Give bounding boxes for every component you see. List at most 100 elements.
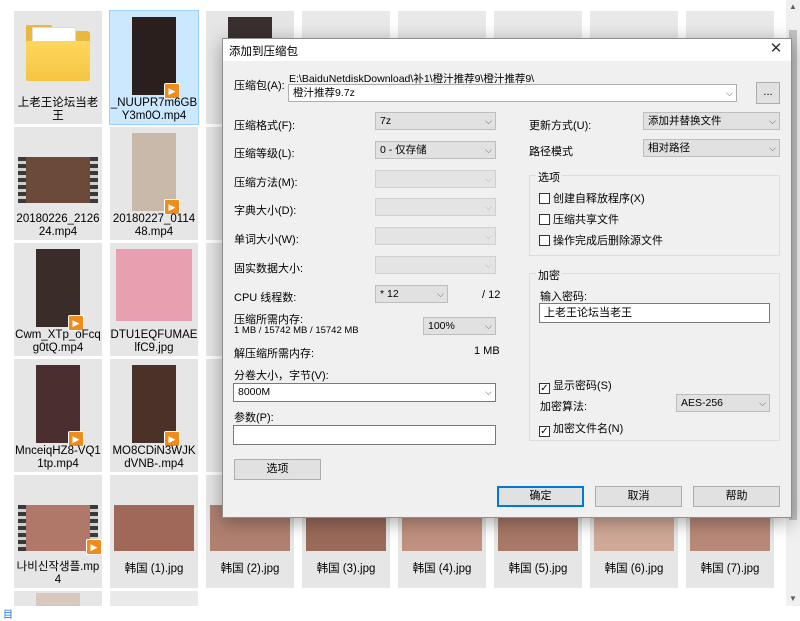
sfx-label: 创建自释放程序(X)	[553, 193, 645, 205]
chevron-down-icon: ⌵	[485, 260, 492, 270]
options-group-title: 选项	[536, 169, 562, 185]
image-thumbnail	[116, 249, 192, 321]
params-input[interactable]	[233, 425, 496, 445]
file-name: 上老王论坛当老王	[17, 97, 99, 122]
checkbox-icon[interactable]	[539, 214, 550, 225]
pathmode-label: 路径模式	[529, 146, 573, 158]
file-name: 韩国 (4).jpg	[412, 563, 472, 575]
file-item[interactable]	[398, 11, 486, 41]
enc-method-select[interactable]: AES-256 ⌵	[676, 394, 770, 412]
encryption-group: 加密 输入密码: 上老王论坛当老王 ✓ 显示密码(S) 加密算法: AES-256…	[529, 267, 780, 441]
file-item[interactable]	[110, 591, 198, 606]
mem-percent-value: 100%	[428, 320, 455, 332]
update-label: 更新方式(U):	[529, 120, 592, 132]
file-name: 韩国 (1).jpg	[124, 563, 184, 575]
file-item[interactable]: 韩国 (1).jpg	[110, 475, 198, 588]
file-name: MnceiqHZ8-VQ11tp.mp4	[15, 445, 101, 470]
file-item[interactable]	[14, 591, 102, 606]
volume-input[interactable]: 8000M ⌵	[233, 383, 496, 402]
volume-value: 8000M	[238, 386, 271, 398]
checkmark-icon[interactable]: ✓	[539, 426, 550, 437]
threads-max: / 12	[482, 289, 501, 301]
chevron-down-icon[interactable]: ⌵	[726, 85, 733, 101]
pathmode-value: 相对路径	[648, 142, 690, 154]
chevron-down-icon[interactable]: ⌵	[769, 140, 776, 156]
method-label: 压缩方法(M):	[234, 177, 298, 189]
shared-checkbox[interactable]: 压缩共享文件	[539, 211, 619, 227]
file-item[interactable]: ▶ MO8CDiN3WJKdVNB-.mp4	[110, 359, 198, 472]
mem-percent-select[interactable]: 100% ⌵	[423, 317, 496, 335]
chevron-down-icon[interactable]: ⌵	[485, 142, 492, 158]
solid-label: 固实数据大小:	[234, 263, 304, 275]
checkbox-icon[interactable]	[539, 193, 550, 204]
password-input[interactable]: 上老王论坛当老王	[539, 303, 770, 323]
file-item[interactable]: ▶ 나비신작생플.mp4	[14, 475, 102, 588]
update-select[interactable]: 添加并替换文件 ⌵	[643, 112, 780, 130]
chevron-down-icon[interactable]: ⌵	[769, 113, 776, 129]
password-label: 输入密码:	[540, 291, 588, 303]
threads-label: CPU 线程数:	[234, 292, 297, 304]
level-select[interactable]: 0 - 仅存储 ⌵	[375, 141, 496, 159]
file-item[interactable]: ▶ _NUUPR7m6GBY3m0O.mp4	[109, 10, 199, 125]
file-item[interactable]: ▶ MnceiqHZ8-VQ11tp.mp4	[14, 359, 102, 472]
video-thumbnail	[18, 157, 98, 203]
video-thumbnail: ▶	[132, 17, 180, 99]
level-label: 压缩等级(L):	[234, 148, 295, 160]
shared-label: 压缩共享文件	[553, 214, 619, 226]
file-item[interactable]	[686, 11, 774, 41]
ok-button[interactable]: 确定	[497, 486, 584, 507]
video-thumbnail: ▶	[18, 505, 102, 555]
help-button[interactable]: 帮助	[693, 486, 780, 507]
archive-name-value: 橙汁推荐9.7z	[293, 87, 355, 99]
scroll-down-icon[interactable]: ▼	[786, 592, 800, 606]
file-item[interactable]: ▶ Cwm_XTp_oFcqg0tQ.mp4	[14, 243, 102, 356]
chevron-down-icon: ⌵	[485, 202, 492, 212]
sfx-checkbox[interactable]: 创建自释放程序(X)	[539, 190, 645, 206]
show-password-label: 显示密码(S)	[553, 380, 612, 392]
params-label: 参数(P):	[234, 412, 274, 424]
chevron-down-icon[interactable]: ⌵	[485, 384, 492, 400]
file-item[interactable]	[494, 11, 582, 41]
file-name: 韩国 (7).jpg	[700, 563, 760, 575]
video-thumbnail: ▶	[132, 365, 180, 447]
file-item[interactable]: ▶ 20180227_011448.mp4	[110, 127, 198, 240]
chevron-down-icon[interactable]: ⌵	[437, 286, 444, 302]
video-thumbnail: ▶	[132, 133, 180, 215]
chevron-down-icon[interactable]: ⌵	[759, 395, 766, 411]
video-thumbnail: ▶	[36, 249, 84, 331]
volume-label: 分卷大小，字节(V):	[234, 370, 329, 382]
show-password-checkbox[interactable]: ✓ 显示密码(S)	[539, 377, 612, 394]
scroll-up-icon[interactable]: ▲	[786, 0, 800, 14]
encrypt-names-checkbox[interactable]: ✓ 加密文件名(N)	[539, 420, 623, 437]
chevron-down-icon[interactable]: ⌵	[485, 318, 492, 334]
file-name: 韩国 (2).jpg	[220, 563, 280, 575]
file-name: Cwm_XTp_oFcqg0tQ.mp4	[15, 329, 101, 354]
close-icon[interactable]: ✕	[767, 40, 785, 58]
chevron-down-icon[interactable]: ⌵	[485, 113, 492, 129]
dialog-titlebar[interactable]: 添加到压缩包 ✕	[223, 39, 791, 61]
checkbox-icon[interactable]	[539, 235, 550, 246]
file-name: 韩国 (3).jpg	[316, 563, 376, 575]
file-name: MO8CDiN3WJKdVNB-.mp4	[112, 445, 196, 470]
file-item[interactable]	[302, 11, 390, 41]
file-item[interactable]: 20180226_212624.mp4	[14, 127, 102, 240]
word-select: ⌵	[375, 227, 496, 245]
file-item[interactable]	[590, 11, 678, 41]
pathmode-select[interactable]: 相对路径 ⌵	[643, 139, 780, 157]
update-value: 添加并替换文件	[648, 115, 722, 127]
options-button[interactable]: 选项	[234, 459, 321, 480]
checkmark-icon[interactable]: ✓	[539, 383, 550, 394]
cancel-button[interactable]: 取消	[595, 486, 682, 507]
archive-name-combo[interactable]: 橙汁推荐9.7z ⌵	[288, 84, 737, 102]
browse-button[interactable]: ...	[756, 82, 780, 104]
details-view-icon[interactable]: 目	[3, 606, 13, 621]
dict-select: ⌵	[375, 198, 496, 216]
format-select[interactable]: 7z ⌵	[375, 112, 496, 130]
file-item[interactable]: DTU1EQFUMAElfC9.jpg	[110, 243, 198, 356]
threads-select[interactable]: * 12 ⌵	[375, 285, 448, 303]
status-bar: 目	[0, 606, 800, 621]
file-item[interactable]: 上老王论坛当老王	[14, 11, 102, 124]
enc-method-label: 加密算法:	[540, 401, 588, 413]
delete-checkbox[interactable]: 操作完成后删除源文件	[539, 232, 663, 248]
image-thumbnail	[114, 505, 194, 551]
